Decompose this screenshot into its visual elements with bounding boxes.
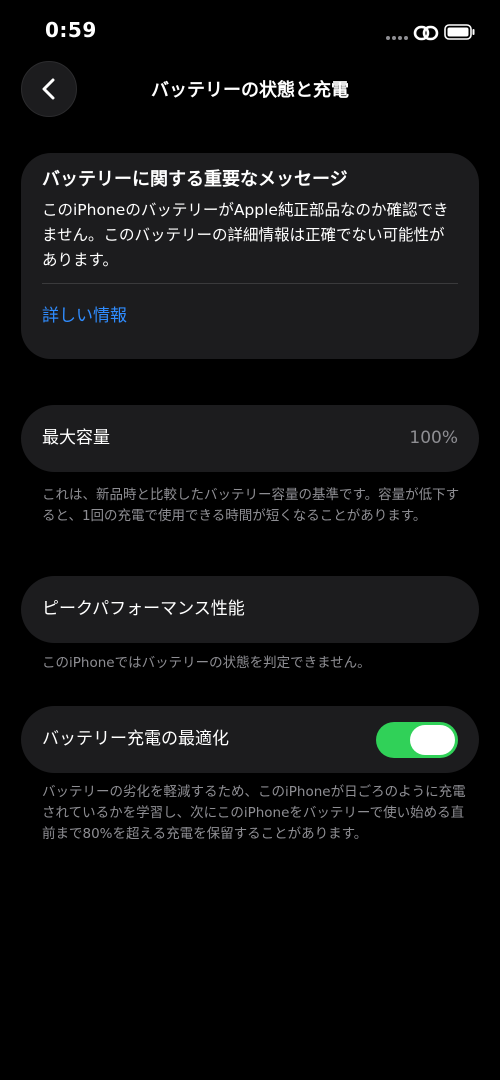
maximum-capacity-row: 最大容量 100% <box>21 405 479 472</box>
message-body: このiPhoneのバッテリーがApple純正部品なのか確認できません。このバッテ… <box>42 201 449 269</box>
chevron-left-icon <box>42 78 55 100</box>
battery-message-card: バッテリーに関する重要なメッセージ このiPhoneのバッテリーがApple純正… <box>21 153 479 359</box>
message-title: バッテリーに関する重要なメッセージ <box>42 169 348 190</box>
toggle-knob <box>410 725 455 755</box>
peak-performance-note: このiPhoneではバッテリーの状態を判定できません。 <box>42 655 371 671</box>
status-time: 0:59 <box>45 18 97 42</box>
more-info-link[interactable]: 詳しい情報 <box>42 304 458 328</box>
divider <box>42 283 458 284</box>
optimized-charging-note: バッテリーの劣化を軽減するため、このiPhoneが日ごろのように充電されているか… <box>42 784 466 842</box>
peak-performance-row: ピークパフォーマンス性能 <box>21 576 479 643</box>
link-icon <box>413 25 439 41</box>
page-title: バッテリーの状態と充電 <box>151 80 349 101</box>
optimized-charging-toggle[interactable] <box>376 722 458 758</box>
maximum-capacity-value: 100% <box>409 428 458 448</box>
optimized-charging-row: バッテリー充電の最適化 <box>21 706 479 773</box>
cellular-signal-icon <box>386 36 408 42</box>
peak-performance-label: ピークパフォーマンス性能 <box>42 599 245 619</box>
battery-icon <box>444 24 475 40</box>
maximum-capacity-note: これは、新品時と比較したバッテリー容量の基準です。容量が低下すると、1回の充電で… <box>42 487 460 524</box>
back-button[interactable] <box>21 61 77 117</box>
optimized-charging-label: バッテリー充電の最適化 <box>42 729 229 749</box>
maximum-capacity-label: 最大容量 <box>42 428 110 448</box>
navigation-bar: バッテリーの状態と充電 <box>0 60 500 120</box>
status-bar: 0:59 <box>0 0 500 64</box>
